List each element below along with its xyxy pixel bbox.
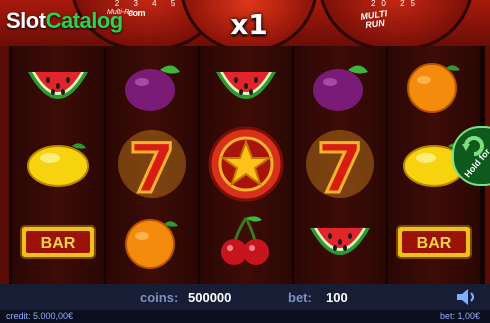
symbol-lemon [12,126,104,202]
bar-label: BAR [417,235,452,252]
watermelon-icon [216,72,276,99]
logo-catalog: Catalog [45,8,124,33]
symbol-cherries [200,204,292,280]
credit-amount: credit: 5.000,00€ [6,311,74,321]
bar-label: BAR [41,235,76,252]
symbol-watermelon [12,48,104,124]
lemon-icon [27,143,89,187]
multi-run-line2: RUN [364,17,386,31]
reel-1: BAR [12,46,106,284]
symbol-bar: BAR [388,204,480,280]
reels-area[interactable]: BAR 7 7 BAR [9,46,485,284]
symbol-plum [106,48,198,124]
symbol-seven: 7 [106,126,198,202]
status-bar: coins: 500000 bet: 100 [0,284,490,310]
orange-icon [125,219,178,269]
reel-3 [200,46,294,284]
bar-icon: BAR [20,225,96,259]
seven-icon: 7 [306,129,374,200]
logo-com: com [128,8,146,18]
right-gauge-digits: 20 25 [370,0,422,8]
reel-4: 7 [294,46,388,284]
symbol-watermelon [200,48,292,124]
seven-label: 7 [316,130,363,200]
watermelon-icon [28,72,88,99]
logo-slot: Slot [6,8,46,33]
bar-icon: BAR [396,225,472,259]
symbol-bar: BAR [12,204,104,280]
orange-icon [407,63,460,113]
symbol-plum [294,48,386,124]
coins-label: coins: [140,290,179,305]
sound-icon[interactable] [456,289,478,305]
symbol-star-wild [200,126,292,202]
symbol-orange [388,48,480,124]
reel-2: 7 [106,46,200,284]
seven-icon: 7 [118,129,186,200]
seven-label: 7 [128,130,175,200]
bet-value[interactable]: 100 [326,290,348,305]
symbol-orange [106,204,198,280]
multiplier-value: x1 [230,8,268,41]
star-icon [208,126,284,202]
symbol-seven: 7 [294,126,386,202]
multi-run-label: MULTI RUN [360,8,389,31]
frame-left [0,46,9,284]
watermelon-icon [310,228,370,255]
bet-label: bet: [288,290,312,305]
bet-amount: bet: 1,00€ [439,311,480,321]
coins-value: 500000 [188,290,232,305]
slotcatalog-logo: SlotCatalog com [6,8,146,34]
plum-icon [125,65,180,111]
plum-icon [313,65,368,111]
cherries-icon [221,216,269,265]
symbol-watermelon [294,204,386,280]
info-bar: credit: 5.000,00€ bet: 1,00€ [0,310,490,323]
